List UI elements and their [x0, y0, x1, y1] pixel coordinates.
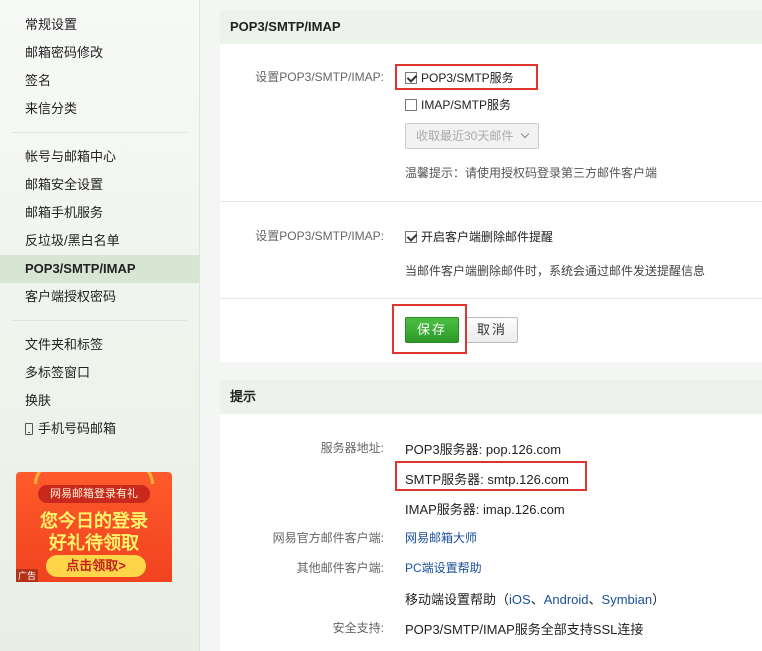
nav-group-misc: 文件夹和标签 多标签窗口 换肤 手机号码邮箱	[0, 331, 199, 443]
promo-heading: 网易邮箱登录有礼	[38, 485, 150, 503]
mobile-help-suffix: ）	[652, 592, 666, 607]
promo-line: 好礼待领取	[49, 533, 139, 553]
server-label: 服务器地址:	[320, 441, 384, 455]
ios-help-link[interactable]: iOS	[509, 592, 531, 607]
sidebar-item-phone-mail[interactable]: 手机号码邮箱	[0, 415, 199, 443]
highlight-box	[395, 461, 587, 491]
auth-tip: 温馨提示：请使用授权码登录第三方邮件客户端	[405, 166, 658, 180]
separator: 、	[530, 592, 544, 607]
sidebar-item-skin[interactable]: 换肤	[0, 387, 199, 415]
delete-remind-desc: 当邮件客户端删除邮件时，系统会通过邮件发送提醒信息	[405, 264, 706, 278]
imap-checkbox-row[interactable]: IMAP/SMTP服务	[405, 96, 511, 113]
phone-icon	[25, 423, 33, 435]
security-label: 安全支持:	[332, 621, 384, 635]
official-client-link[interactable]: 网易邮箱大师	[405, 529, 477, 546]
imap-checkbox[interactable]	[405, 99, 417, 111]
panel-title: 提示	[220, 380, 762, 414]
section-divider	[220, 298, 762, 299]
sidebar-item-signature[interactable]: 签名	[0, 67, 199, 95]
sidebar-item-auth-code[interactable]: 客户端授权密码	[0, 283, 199, 311]
security-value: POP3/SMTP/IMAP服务全部支持SSL连接	[405, 622, 644, 637]
select-value: 收取最近30天邮件	[416, 129, 514, 143]
fetch-range-select[interactable]: 收取最近30天邮件	[405, 123, 539, 149]
mobile-help-row: 移动端设置帮助（iOS、Android、Symbian）	[405, 589, 665, 608]
android-help-link[interactable]: Android	[544, 592, 589, 607]
pop3-settings-panel: POP3/SMTP/IMAP 设置POP3/SMTP/IMAP: POP3/SM…	[220, 10, 762, 362]
highlight-box	[392, 304, 467, 354]
sidebar-item-password[interactable]: 邮箱密码修改	[0, 39, 199, 67]
sidebar-item-security[interactable]: 邮箱安全设置	[0, 171, 199, 199]
promo-banner[interactable]: 网易邮箱登录有礼 您今日的登录 好礼待领取 点击领取> 广告	[16, 472, 172, 582]
sidebar-item-multitab[interactable]: 多标签窗口	[0, 359, 199, 387]
promo-claim-button[interactable]: 点击领取>	[46, 555, 146, 577]
sidebar-divider	[12, 132, 187, 133]
mobile-help-prefix: 移动端设置帮助（	[405, 592, 510, 607]
sidebar-item-pop3[interactable]: POP3/SMTP/IMAP	[0, 255, 199, 283]
tips-panel: 提示 服务器地址: POP3服务器: pop.126.com SMTP服务器: …	[220, 380, 762, 651]
separator: 、	[588, 592, 602, 607]
chevron-down-icon	[520, 129, 530, 139]
imap-option-label: IMAP/SMTP服务	[421, 98, 512, 112]
sidebar-item-general[interactable]: 常规设置	[0, 11, 199, 39]
sidebar-item-label: 手机号码邮箱	[38, 421, 117, 436]
sidebar-item-folders[interactable]: 文件夹和标签	[0, 331, 199, 359]
cancel-button[interactable]: 取消	[466, 317, 518, 343]
panel-title: POP3/SMTP/IMAP	[220, 10, 762, 44]
delete-remind-label: 开启客户端删除邮件提醒	[421, 230, 554, 244]
section-divider	[220, 201, 762, 202]
sidebar: 常规设置 邮箱密码修改 签名 来信分类 帐号与邮箱中心 邮箱安全设置 邮箱手机服…	[0, 0, 200, 651]
nav-group-general: 常规设置 邮箱密码修改 签名 来信分类	[0, 11, 199, 123]
delete-remind-checkbox[interactable]	[405, 231, 417, 243]
bag-handle-icon	[34, 472, 154, 484]
sidebar-item-filter[interactable]: 来信分类	[0, 95, 199, 123]
highlight-box	[395, 64, 538, 90]
symbian-help-link[interactable]: Symbian	[602, 592, 653, 607]
ad-badge: 广告	[16, 569, 39, 582]
nav-group-account: 帐号与邮箱中心 邮箱安全设置 邮箱手机服务 反垃圾/黑白名单 POP3/SMTP…	[0, 143, 199, 311]
sidebar-divider	[12, 320, 187, 321]
sidebar-item-mobile-service[interactable]: 邮箱手机服务	[0, 199, 199, 227]
setting-label: 设置POP3/SMTP/IMAP:	[255, 70, 384, 84]
pop3-server: POP3服务器: pop.126.com	[405, 442, 562, 457]
sidebar-item-account-center[interactable]: 帐号与邮箱中心	[0, 143, 199, 171]
sidebar-item-antispam[interactable]: 反垃圾/黑白名单	[0, 227, 199, 255]
imap-server: IMAP服务器: imap.126.com	[405, 502, 565, 517]
other-client-label: 其他邮件客户端:	[296, 561, 384, 575]
official-client-label: 网易官方邮件客户端:	[272, 531, 384, 545]
setting-label: 设置POP3/SMTP/IMAP:	[255, 229, 384, 243]
delete-remind-row[interactable]: 开启客户端删除邮件提醒	[405, 228, 553, 245]
pc-help-link[interactable]: PC端设置帮助	[405, 559, 482, 576]
